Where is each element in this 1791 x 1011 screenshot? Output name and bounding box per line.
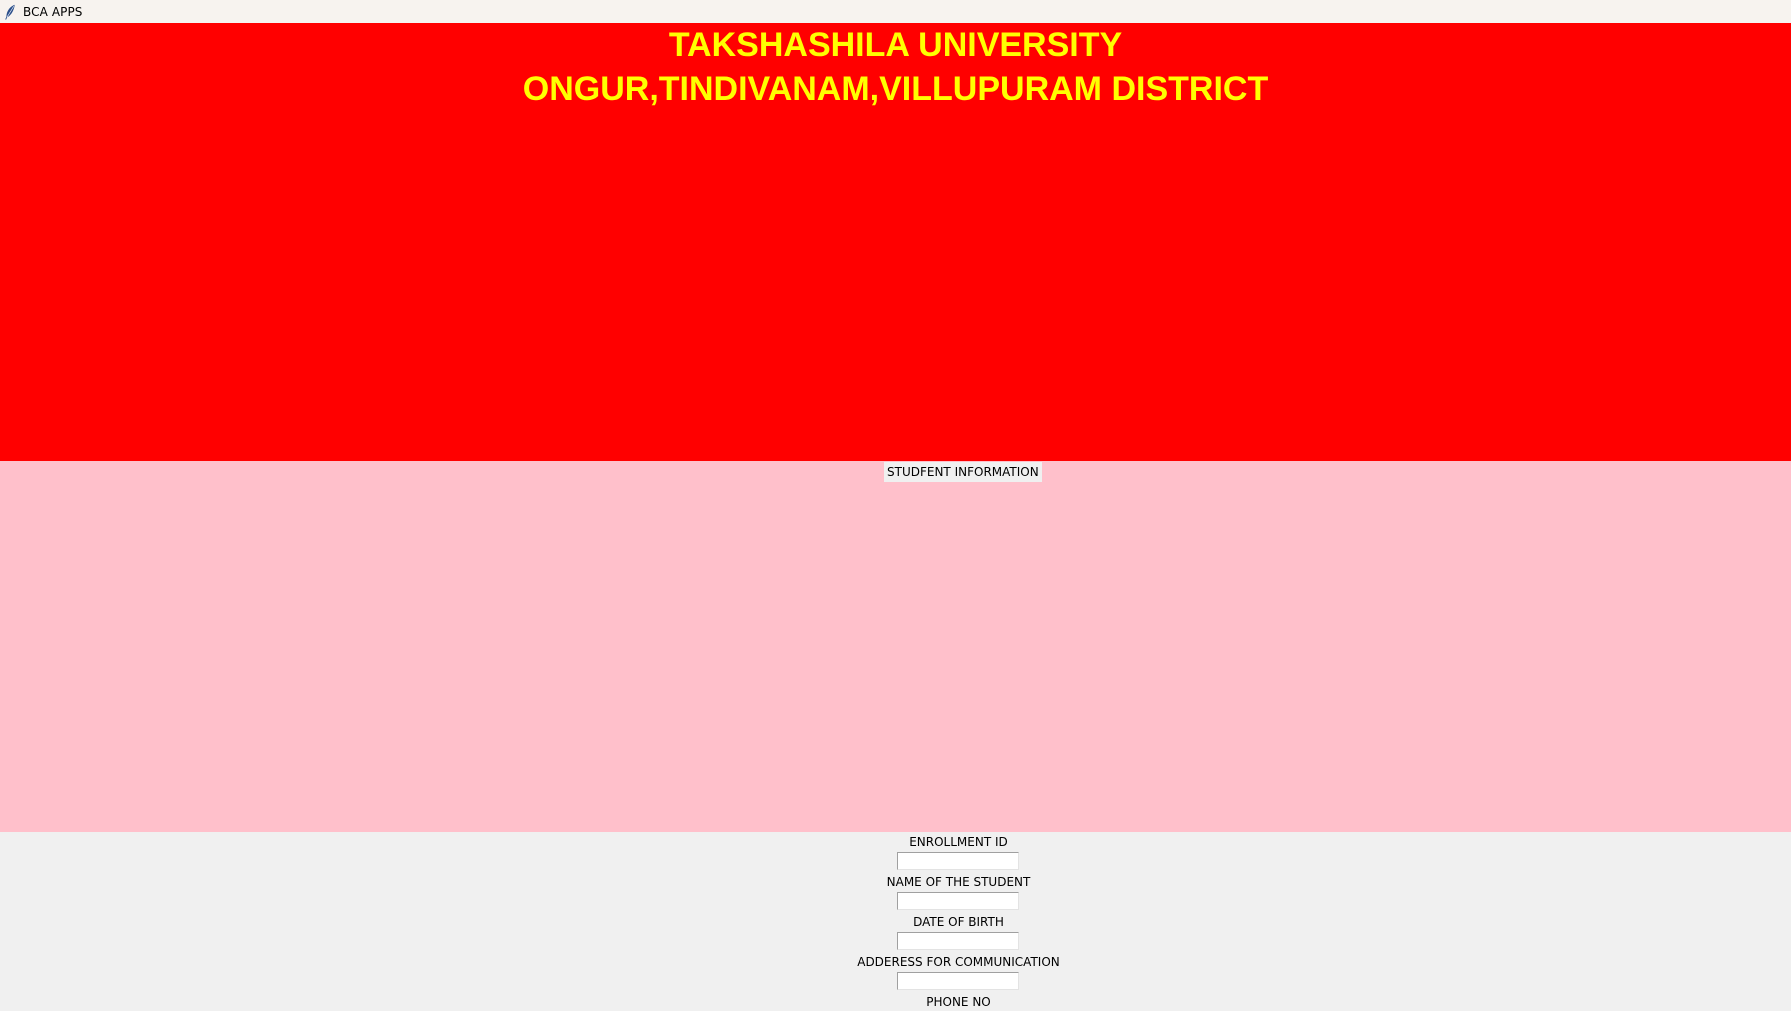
student-info-frame <box>0 461 1791 832</box>
feather-icon <box>3 4 17 20</box>
university-address: ONGUR,TINDIVANAM,VILLUPURAM DISTRICT <box>522 70 1269 108</box>
university-name: TAKSHASHILA UNIVERSITY <box>668 26 1123 64</box>
window-title: BCA APPS <box>23 4 83 19</box>
student-name-label: NAME OF THE STUDENT <box>886 875 1031 889</box>
title-bar[interactable]: BCA APPS <box>0 0 1791 23</box>
app-window: BCA APPS TAKSHASHILA UNIVERSITY ONGUR,TI… <box>0 0 1791 1011</box>
section-title: STUDFENT INFORMATION <box>884 462 1042 482</box>
phone-no-label: PHONE NO <box>926 995 991 1009</box>
address-input[interactable] <box>897 972 1019 990</box>
address-label: ADDERESS FOR COMMUNICATION <box>857 955 1060 969</box>
enrollment-id-label: ENROLLMENT ID <box>909 835 1008 849</box>
student-name-input[interactable] <box>897 892 1019 910</box>
date-of-birth-label: DATE OF BIRTH <box>913 915 1004 929</box>
enrollment-id-input[interactable] <box>897 852 1019 870</box>
date-of-birth-input[interactable] <box>897 932 1019 950</box>
